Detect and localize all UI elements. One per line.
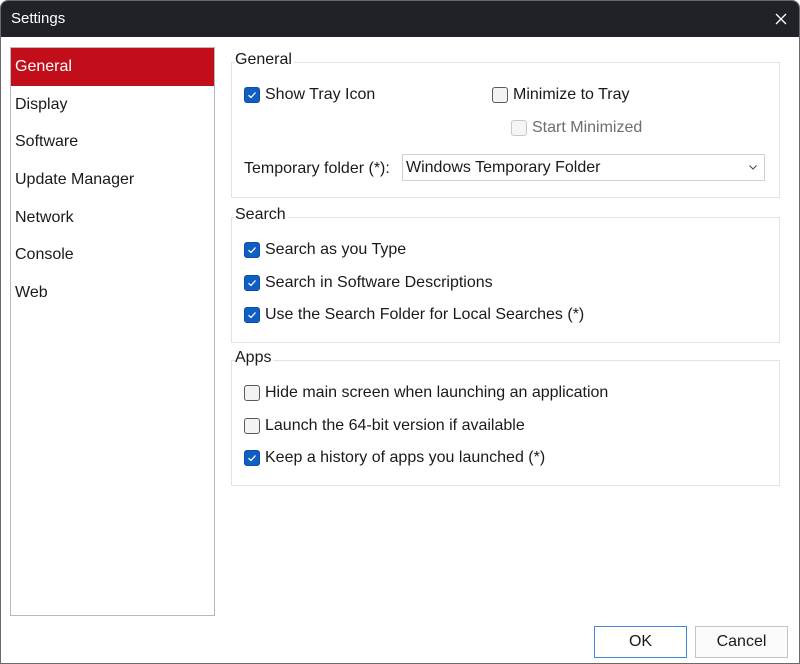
checkbox-checked-icon xyxy=(244,450,260,466)
launch-64bit-checkbox[interactable]: Launch the 64-bit version if available xyxy=(244,417,525,435)
apps-group-label: Apps xyxy=(235,349,274,367)
chevron-down-icon xyxy=(749,165,757,170)
cancel-button[interactable]: Cancel xyxy=(695,626,788,658)
launch-64bit-label: Launch the 64-bit version if available xyxy=(265,417,525,434)
show-tray-icon-checkbox[interactable]: Show Tray Icon xyxy=(244,86,375,104)
general-group: General Show Tray Icon Minimize to Tray … xyxy=(231,51,780,198)
window-title: Settings xyxy=(11,10,66,27)
search-as-you-type-checkbox[interactable]: Search as you Type xyxy=(244,241,406,259)
hide-main-screen-checkbox[interactable]: Hide main screen when launching an appli… xyxy=(244,384,608,402)
sidebar-item-console[interactable]: Console xyxy=(11,236,214,274)
minimize-to-tray-label: Minimize to Tray xyxy=(513,86,630,103)
settings-window: Settings General Display Software Update… xyxy=(0,0,800,664)
sidebar-item-general[interactable]: General xyxy=(11,48,214,86)
temporary-folder-label: Temporary folder (*): xyxy=(244,160,390,177)
checkbox-checked-icon xyxy=(244,307,260,323)
sidebar-item-software[interactable]: Software xyxy=(11,123,214,161)
close-button[interactable] xyxy=(767,5,795,33)
checkbox-disabled-icon xyxy=(511,120,527,136)
keep-history-label: Keep a history of apps you launched (*) xyxy=(265,449,546,466)
temporary-folder-value: Windows Temporary Folder xyxy=(406,158,601,176)
minimize-to-tray-checkbox[interactable]: Minimize to Tray xyxy=(492,86,629,104)
checkbox-checked-icon xyxy=(244,242,260,258)
search-group-label: Search xyxy=(235,206,288,224)
sidebar-item-display[interactable]: Display xyxy=(11,86,214,124)
ok-button[interactable]: OK xyxy=(594,626,687,658)
general-group-label: General xyxy=(235,51,294,69)
checkbox-checked-icon xyxy=(244,87,260,103)
close-icon xyxy=(775,13,787,25)
sidebar-item-network[interactable]: Network xyxy=(11,199,214,237)
search-group: Search Search as you Type Search in Soft… xyxy=(231,206,780,343)
use-search-folder-label: Use the Search Folder for Local Searches… xyxy=(265,306,585,323)
keep-history-checkbox[interactable]: Keep a history of apps you launched (*) xyxy=(244,449,545,467)
checkbox-unchecked-icon xyxy=(244,385,260,401)
start-minimized-label: Start Minimized xyxy=(532,119,643,136)
hide-main-screen-label: Hide main screen when launching an appli… xyxy=(265,384,609,401)
title-bar: Settings xyxy=(1,1,799,37)
temporary-folder-select[interactable]: Windows Temporary Folder xyxy=(402,154,765,181)
apps-group: Apps Hide main screen when launching an … xyxy=(231,349,780,486)
settings-sidebar: General Display Software Update Manager … xyxy=(10,47,215,616)
start-minimized-checkbox[interactable]: Start Minimized xyxy=(511,119,642,137)
sidebar-item-web[interactable]: Web xyxy=(11,274,214,312)
checkbox-unchecked-icon xyxy=(244,418,260,434)
search-in-descriptions-label: Search in Software Descriptions xyxy=(265,274,493,291)
search-as-you-type-label: Search as you Type xyxy=(265,241,407,258)
checkbox-checked-icon xyxy=(244,275,260,291)
use-search-folder-checkbox[interactable]: Use the Search Folder for Local Searches… xyxy=(244,306,584,324)
show-tray-icon-label: Show Tray Icon xyxy=(265,86,376,103)
sidebar-item-update-manager[interactable]: Update Manager xyxy=(11,161,214,199)
search-in-descriptions-checkbox[interactable]: Search in Software Descriptions xyxy=(244,274,493,292)
checkbox-unchecked-icon xyxy=(492,87,508,103)
